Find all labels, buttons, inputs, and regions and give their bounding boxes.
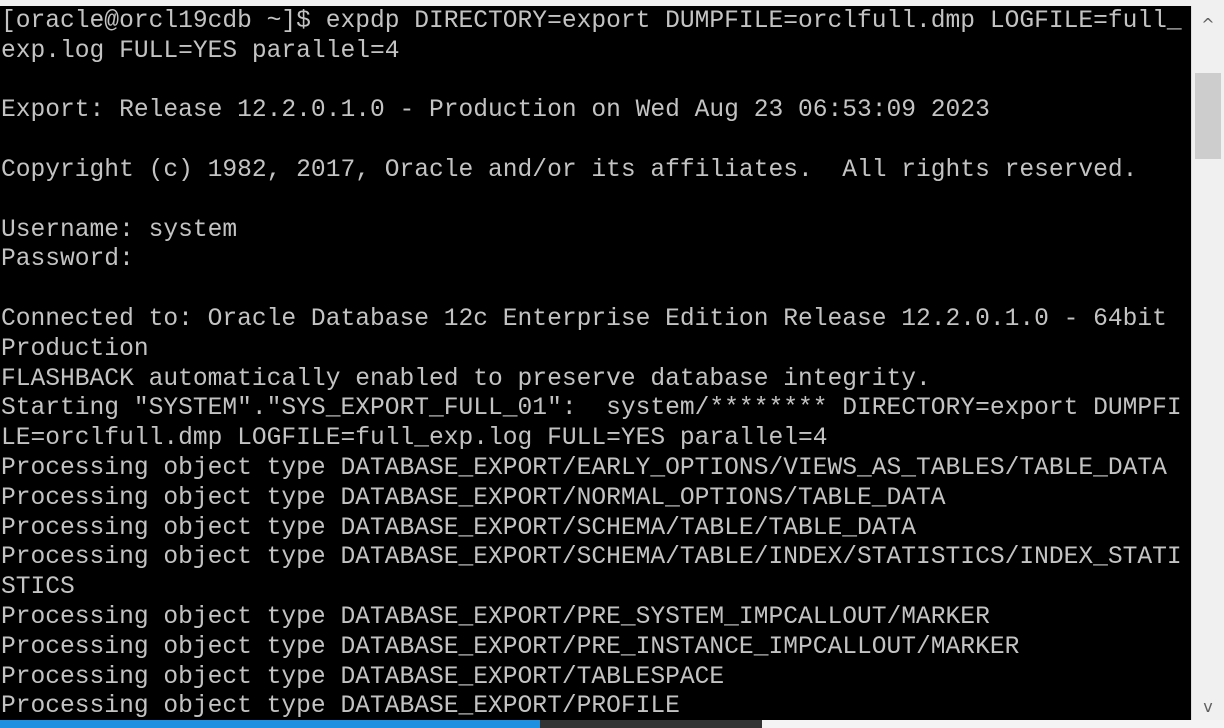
terminal-line: STICS [1,574,75,602]
terminal-line: Processing object type DATABASE_EXPORT/P… [1,633,1020,661]
terminal-line: Starting "SYSTEM"."SYS_EXPORT_FULL_01": … [1,395,1182,423]
terminal-line: FLASHBACK automatically enabled to prese… [1,365,931,393]
terminal-output[interactable]: [oracle@orcl19cdb ~]$ expdp DIRECTORY=ex… [0,6,1191,720]
terminal-line: Export: Release 12.2.0.1.0 - Production … [1,97,990,125]
terminal-line: Processing object type DATABASE_EXPORT/T… [1,663,725,691]
terminal-line: Processing object type DATABASE_EXPORT/P… [1,603,990,631]
terminal-line: Processing object type DATABASE_EXPORT/N… [1,484,946,512]
chevron-up-icon[interactable]: ^ [1192,12,1224,38]
scrollbar-thumb[interactable] [1195,73,1221,159]
terminal-lines: [oracle@orcl19cdb ~]$ expdp DIRECTORY=ex… [1,7,1182,720]
terminal-line: exp.log FULL=YES parallel=4 [1,37,400,65]
terminal-line: Processing object type DATABASE_EXPORT/S… [1,514,917,542]
terminal-line: Processing object type DATABASE_EXPORT/S… [1,544,1182,572]
taskbar-background [762,720,1224,728]
terminal-line: Connected to: Oracle Database 12c Enterp… [1,305,1167,333]
terminal-line: Username: system [1,216,238,244]
taskbar-active-item[interactable] [0,720,540,728]
vertical-scrollbar[interactable]: ^ v [1191,6,1224,720]
terminal-line: LE=orclfull.dmp LOGFILE=full_exp.log FUL… [1,425,828,453]
terminal-line: Password: [1,246,134,274]
terminal-line: Processing object type DATABASE_EXPORT/P… [1,693,680,720]
chevron-down-icon[interactable]: v [1192,694,1224,720]
terminal-line: Copyright (c) 1982, 2017, Oracle and/or … [1,156,1138,184]
terminal-line: Processing object type DATABASE_EXPORT/E… [1,454,1167,482]
terminal-line: Production [1,335,149,363]
taskbar-item[interactable] [540,720,762,728]
terminal-line: [oracle@orcl19cdb ~]$ expdp DIRECTORY=ex… [1,8,1182,35]
